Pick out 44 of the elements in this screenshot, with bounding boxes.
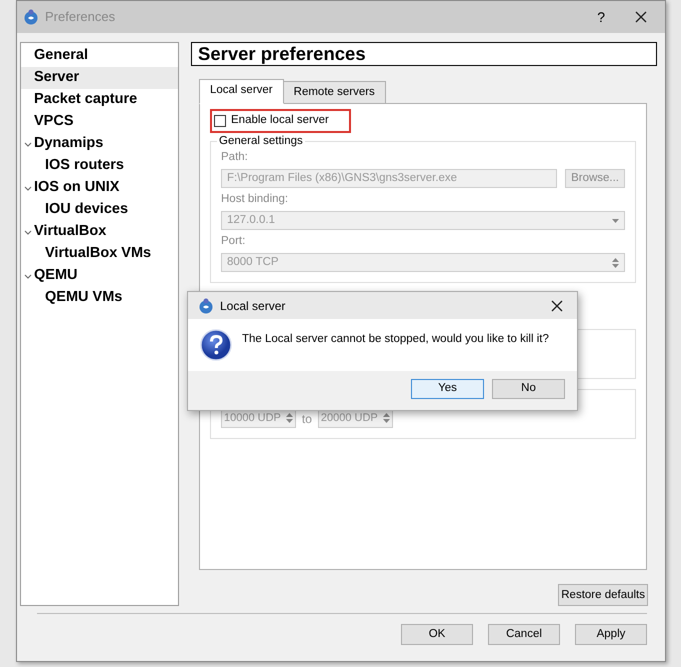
sidebar-item[interactable]: General [21,45,178,67]
app-logo-icon [23,9,39,25]
dialog-title: Local server [220,298,286,314]
sidebar-item[interactable]: VirtualBox [21,221,178,243]
spin-up-icon[interactable] [286,413,293,417]
dialog-message: The Local server cannot be stopped, would you like to kill it? [242,332,549,347]
dropdown-arrow-icon [612,218,619,222]
window-title: Preferences [45,8,116,26]
dialog-button[interactable]: Apply [575,624,647,645]
close-icon [551,300,563,312]
spin-down-icon[interactable] [382,419,390,423]
chevron-down-icon [24,142,32,146]
chevron-down-icon [24,230,32,234]
dialog-button[interactable]: No [492,379,565,399]
sidebar-item[interactable]: VirtualBox VMs [21,243,178,265]
sidebar-item[interactable]: IOS on UNIX [21,177,178,199]
sidebar-item[interactable]: Server [21,67,178,89]
dialog-button[interactable]: Cancel [488,624,560,645]
dialog-button[interactable]: Yes [411,379,484,399]
sidebar-item[interactable]: Dynamips [21,133,178,155]
enable-checkbox[interactable]: Enable local server [210,109,351,132]
sidebar-item[interactable]: IOS routers [21,155,178,177]
tab[interactable]: Remote servers [282,81,386,104]
field-label: Host binding: [221,192,290,207]
chevron-down-icon [24,186,32,190]
close-icon [635,11,647,23]
field-label: Path: [221,150,249,164]
restore-defaults-button[interactable]: Restore defaults [558,584,648,606]
range-separator: to [302,411,312,428]
spin-up-icon[interactable] [382,413,390,417]
dialog-button[interactable]: OK [401,624,473,645]
help-button[interactable]: ? [581,6,621,28]
chevron-down-icon [24,274,32,278]
sidebar-item[interactable]: Packet capture [21,89,178,111]
sidebar-item[interactable]: VPCS [21,111,178,133]
question-icon [200,329,232,361]
sidebar-item[interactable]: QEMU [21,265,178,287]
tab[interactable]: Local server [199,79,284,104]
page-title: Server preferences [191,42,657,66]
spin-down-icon[interactable] [286,419,293,423]
sidebar-item[interactable]: IOU devices [21,199,178,221]
app-logo-icon [198,298,214,314]
sidebar-item[interactable]: QEMU VMs [21,287,178,309]
field-label: Port: [221,234,246,249]
